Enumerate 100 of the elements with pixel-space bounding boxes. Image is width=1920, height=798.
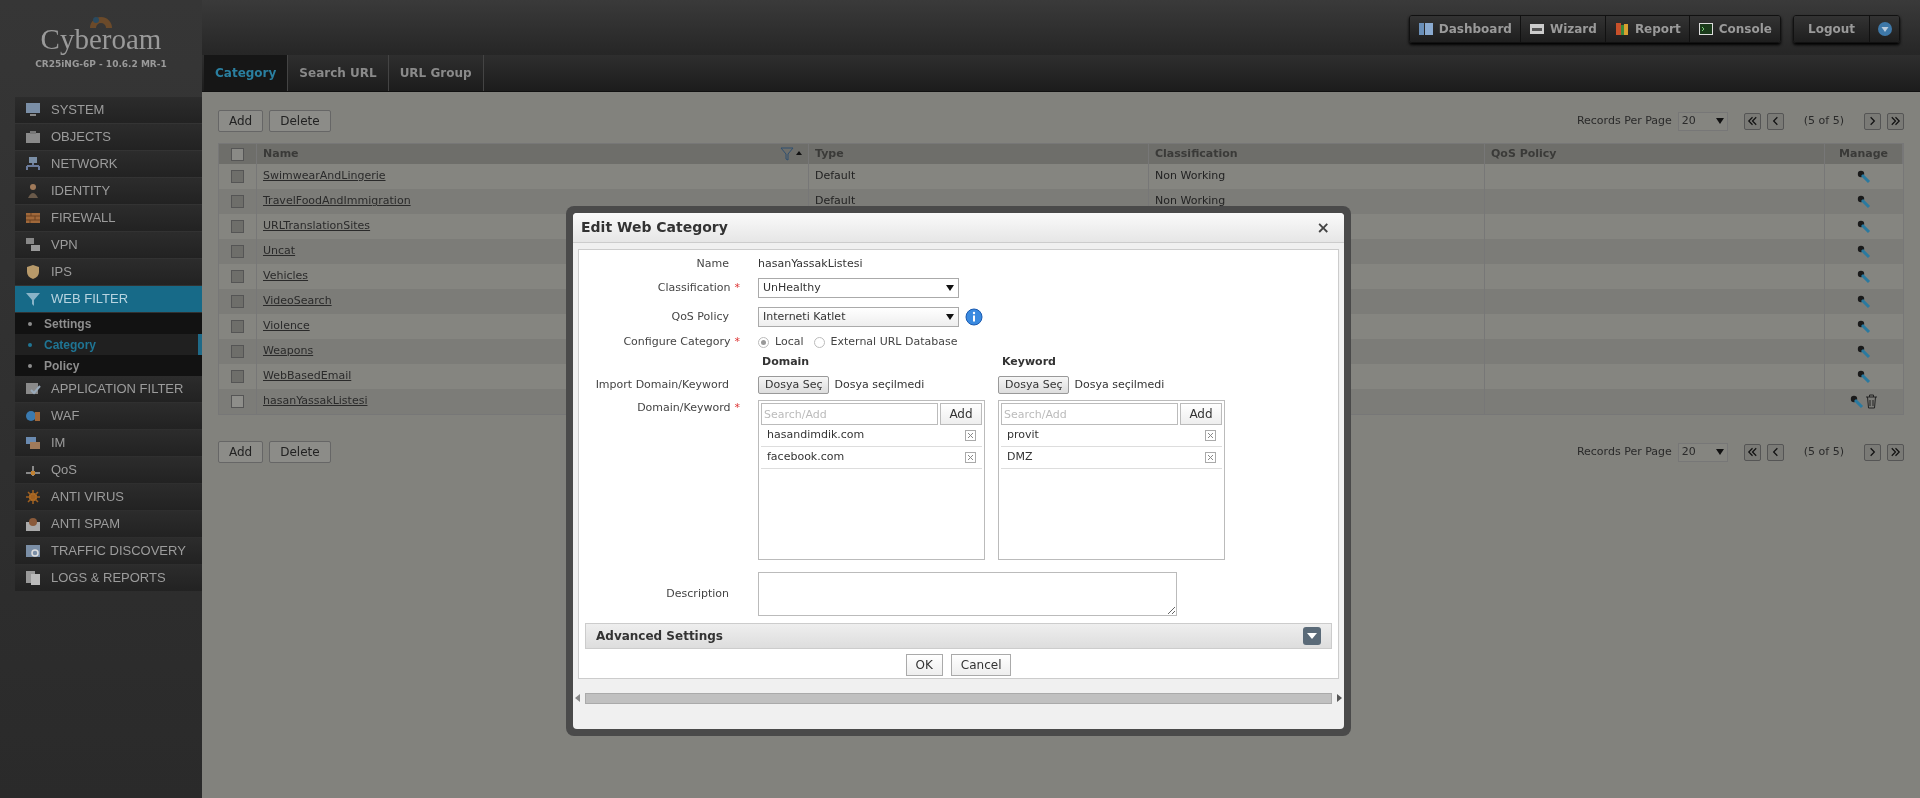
search-add-field[interactable]: Search/Add xyxy=(761,403,938,425)
page-size-select[interactable]: 20 xyxy=(1677,442,1728,462)
sidebar-item[interactable]: SYSTEM xyxy=(15,97,202,123)
first-page-button[interactable] xyxy=(1743,112,1761,130)
first-page-button[interactable] xyxy=(1743,443,1761,461)
previous-page-button[interactable] xyxy=(1766,443,1784,461)
tab[interactable]: URL Group xyxy=(388,55,484,91)
dialog-button[interactable]: Cancel xyxy=(950,654,1012,676)
file-button[interactable]: Dosya Seç xyxy=(998,376,1070,394)
monitor-icon xyxy=(25,102,41,118)
dashboard-icon xyxy=(1417,21,1434,37)
field-label: QoS Policy xyxy=(671,308,729,325)
remove-icon[interactable] xyxy=(965,452,976,463)
previous-page-button[interactable] xyxy=(1766,112,1784,130)
row-checkbox[interactable] xyxy=(231,395,244,408)
person-icon xyxy=(25,183,41,199)
book-icon xyxy=(1613,21,1630,37)
list-entry: provit xyxy=(1007,427,1039,444)
sidebar-item[interactable]: ANTI SPAM xyxy=(15,511,202,537)
toolbar-button[interactable]: Wizard xyxy=(1520,16,1606,42)
sidebar-item[interactable]: APPLICATION FILTER xyxy=(15,376,202,402)
search-add-field[interactable]: Search/Add xyxy=(1001,403,1178,425)
last-page-button[interactable] xyxy=(1887,112,1904,130)
remove-icon[interactable] xyxy=(965,430,976,441)
table-cell: Default xyxy=(815,168,856,185)
logout-button[interactable]: Logout xyxy=(1794,16,1870,42)
dialog-button[interactable]: OK xyxy=(905,654,943,676)
sidebar-item[interactable]: IDENTITY xyxy=(15,178,202,204)
horizontal-scrollbar[interactable] xyxy=(585,692,1332,704)
next-page-button[interactable] xyxy=(1864,443,1881,461)
last-page-button[interactable] xyxy=(1887,443,1904,461)
sidebar-item[interactable]: QoS xyxy=(15,457,202,483)
trash-icon[interactable] xyxy=(1865,394,1878,409)
sidebar-item[interactable]: WEB FILTER xyxy=(15,286,202,312)
documents-icon xyxy=(25,570,41,586)
chevron-down-icon xyxy=(1876,21,1893,37)
bullet-icon xyxy=(28,363,32,368)
description-field[interactable] xyxy=(758,572,1177,616)
sidebar-item[interactable]: FIREWALL xyxy=(15,205,202,231)
header-checkbox[interactable] xyxy=(231,147,244,161)
advanced-settings-bar[interactable]: Advanced Settings xyxy=(585,623,1332,649)
remove-icon[interactable] xyxy=(1205,452,1216,463)
action-button[interactable]: Delete xyxy=(269,110,331,132)
sidebar-item[interactable]: TRAFFIC DISCOVERY xyxy=(15,538,202,564)
file-status: Dosya seçilmedi xyxy=(1074,376,1165,393)
name-value: hasanYassakListesi xyxy=(758,255,863,272)
window-icon xyxy=(1528,21,1545,37)
tab[interactable]: Search URL xyxy=(288,55,389,91)
sidebar-item[interactable]: VPN xyxy=(15,232,202,258)
chart-window-icon xyxy=(25,543,41,559)
action-button[interactable]: Add xyxy=(218,441,264,463)
select-field[interactable]: Interneti Katlet xyxy=(758,307,959,327)
required-mark: * xyxy=(734,333,740,350)
action-button[interactable]: Delete xyxy=(269,441,331,463)
scroll-left-icon[interactable] xyxy=(575,694,581,702)
field-label: Name xyxy=(696,255,729,272)
sidebar-item[interactable]: OBJECTS xyxy=(15,124,202,150)
double-chevron-icon xyxy=(1889,447,1902,457)
close-button[interactable]: × xyxy=(1310,215,1336,240)
sidebar-item[interactable]: WAF xyxy=(15,403,202,429)
page-status: (5 of 5) xyxy=(1803,443,1844,460)
next-page-button[interactable] xyxy=(1864,112,1881,130)
select-field[interactable]: UnHealthy xyxy=(758,278,959,298)
filter-sort-icon[interactable] xyxy=(780,147,802,161)
submenu-item[interactable]: Policy xyxy=(15,355,202,376)
table-cell: Default xyxy=(815,193,856,210)
add-button[interactable]: Add xyxy=(940,403,982,425)
page-status: (5 of 5) xyxy=(1803,112,1844,129)
app-window-icon xyxy=(25,381,41,397)
column-heading: Domain xyxy=(762,353,811,370)
category-link[interactable]: hasanYassakListesi xyxy=(263,393,368,410)
scroll-right-icon[interactable] xyxy=(1336,694,1342,702)
wrench-icon[interactable] xyxy=(1850,394,1864,409)
field-label: Classification xyxy=(657,279,731,296)
dropdown-arrow-icon xyxy=(946,314,954,320)
terminal-icon xyxy=(1697,21,1714,37)
toolbar-button[interactable]: Report xyxy=(1605,16,1690,42)
sidebar-item[interactable]: NETWORK xyxy=(15,151,202,177)
records-per-page-label: Records Per Page xyxy=(1576,443,1672,460)
page-size-select[interactable]: 20 xyxy=(1677,111,1728,131)
toolbar-button[interactable]: Console xyxy=(1689,16,1780,42)
funnel-icon xyxy=(25,291,41,307)
bullet-icon xyxy=(28,321,32,326)
list-entry: hasandimdik.com xyxy=(767,427,865,444)
radio-label: External URL Database xyxy=(830,333,958,350)
submenu-item[interactable]: Settings xyxy=(15,313,202,334)
records-per-page-label: Records Per Page xyxy=(1576,112,1672,129)
menu-dropdown-button[interactable] xyxy=(1870,16,1899,42)
sidebar-item[interactable]: IPS xyxy=(15,259,202,285)
sidebar-item[interactable]: ANTI VIRUS xyxy=(15,484,202,510)
action-button[interactable]: Add xyxy=(218,110,264,132)
tab[interactable]: Category xyxy=(204,55,289,91)
remove-icon[interactable] xyxy=(1205,430,1216,441)
file-button[interactable]: Dosya Seç xyxy=(758,376,830,394)
toolbar-button[interactable]: Dashboard xyxy=(1409,16,1521,42)
double-chevron-icon xyxy=(1745,447,1759,457)
sidebar-item[interactable]: IM xyxy=(15,430,202,456)
add-button[interactable]: Add xyxy=(1180,403,1222,425)
submenu-item[interactable]: Category xyxy=(15,334,202,355)
info-icon[interactable] xyxy=(965,308,983,326)
